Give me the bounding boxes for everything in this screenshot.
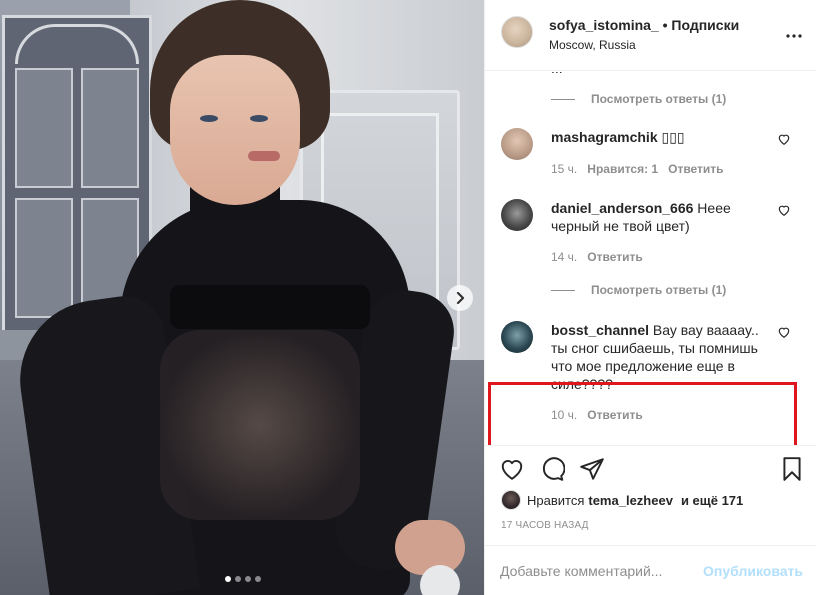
comment-input[interactable] xyxy=(500,546,700,595)
comment-likes-count[interactable]: Нравится: 1 xyxy=(587,162,658,176)
comment-like-heart-icon[interactable] xyxy=(777,132,791,146)
carousel-dot[interactable] xyxy=(235,576,241,582)
post-side-panel: sofya_istomina_ • Подписки Moscow, Russi… xyxy=(484,0,816,595)
publish-button[interactable]: Опубликовать xyxy=(703,563,803,579)
author-avatar[interactable] xyxy=(501,16,533,48)
view-replies-button[interactable]: Посмотреть ответы (1) xyxy=(551,92,726,106)
view-replies-label: Посмотреть ответы (1) xyxy=(591,283,727,297)
more-horizontal-icon xyxy=(786,34,802,38)
post-header: sofya_istomina_ • Подписки Moscow, Russi… xyxy=(485,0,816,71)
carousel-dot[interactable] xyxy=(255,576,261,582)
liker-username[interactable]: tema_lezheev xyxy=(588,493,673,508)
likes-others-link[interactable]: и ещё 171 xyxy=(681,493,743,508)
heart-icon[interactable] xyxy=(499,456,525,482)
photo-person xyxy=(0,0,484,595)
comment-text: ▯▯▯ xyxy=(661,129,685,145)
comment-like-heart-icon[interactable] xyxy=(777,325,791,339)
carousel-dot[interactable] xyxy=(245,576,251,582)
comment-like-heart-icon[interactable] xyxy=(777,203,791,217)
post-photo[interactable] xyxy=(0,0,484,595)
commenter-username[interactable]: mashagramchik xyxy=(551,129,658,145)
commenter-avatar[interactable] xyxy=(501,321,533,353)
post-actions: Нравится tema_lezheev и ещё 171 17 ЧАСОВ… xyxy=(485,445,816,545)
following-button[interactable]: Подписки xyxy=(671,17,739,33)
comment-time[interactable]: 14 ч. xyxy=(551,250,577,264)
carousel-dot[interactable] xyxy=(225,576,231,582)
add-comment-bar: Опубликовать xyxy=(485,545,816,595)
commenter-avatar[interactable] xyxy=(501,199,533,231)
view-replies-label: Посмотреть ответы (1) xyxy=(591,92,727,106)
liker-avatar[interactable] xyxy=(501,490,521,510)
view-replies-button[interactable]: Посмотреть ответы (1) xyxy=(551,283,726,297)
comment-time[interactable]: 15 ч. xyxy=(551,162,577,176)
next-photo-button[interactable] xyxy=(447,285,473,311)
bookmark-icon[interactable] xyxy=(779,456,805,482)
more-options-button[interactable] xyxy=(786,22,802,43)
share-icon[interactable] xyxy=(579,456,605,482)
likes-summary: Нравится tema_lezheev и ещё 171 xyxy=(501,490,747,510)
commenter-username[interactable]: daniel_anderson_666 xyxy=(551,200,693,216)
post-location[interactable]: Moscow, Russia xyxy=(549,38,636,52)
comments-list[interactable]: ... Посмотреть ответы (1) mashagramchik … xyxy=(485,72,816,445)
likes-prefix: Нравится xyxy=(527,492,585,508)
commenter-username[interactable]: bosst_channel xyxy=(551,322,649,338)
header-separator: • xyxy=(662,17,668,33)
author-username[interactable]: sofya_istomina_ xyxy=(549,17,659,33)
previous-comment-tail: ... xyxy=(551,72,563,76)
highlight-box xyxy=(488,382,797,445)
reply-button[interactable]: Ответить xyxy=(587,250,642,264)
chevron-right-icon xyxy=(456,292,465,304)
commenter-avatar[interactable] xyxy=(501,128,533,160)
reply-button[interactable]: Ответить xyxy=(668,162,723,176)
comment-icon[interactable] xyxy=(539,456,565,482)
post-time-ago[interactable]: 17 ЧАСОВ НАЗАД xyxy=(501,520,589,531)
carousel-dots xyxy=(225,576,261,582)
